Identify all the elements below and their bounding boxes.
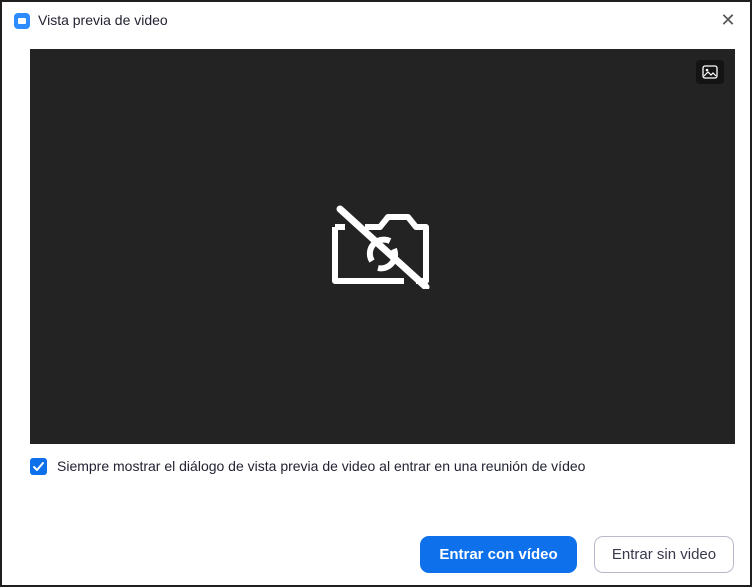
always-show-preview-option[interactable]: Siempre mostrar el diálogo de vista prev…	[30, 456, 585, 476]
join-with-video-button[interactable]: Entrar con vídeo	[420, 536, 577, 573]
video-preview-dialog: Vista previa de video ✕ Siempre mostrar …	[0, 0, 752, 587]
video-preview-area	[30, 49, 735, 444]
background-image-icon	[702, 65, 718, 79]
title-bar: Vista previa de video ✕	[2, 2, 750, 40]
always-show-preview-checkbox[interactable]	[30, 457, 47, 475]
close-button[interactable]: ✕	[716, 8, 740, 32]
checkmark-icon	[33, 461, 44, 471]
background-image-button[interactable]	[696, 60, 724, 84]
join-without-video-button[interactable]: Entrar sin video	[594, 536, 734, 573]
zoom-app-icon	[14, 13, 30, 29]
always-show-preview-label: Siempre mostrar el diálogo de vista prev…	[57, 458, 586, 474]
window-title: Vista previa de video	[38, 12, 168, 28]
camera-off-icon	[332, 205, 430, 289]
